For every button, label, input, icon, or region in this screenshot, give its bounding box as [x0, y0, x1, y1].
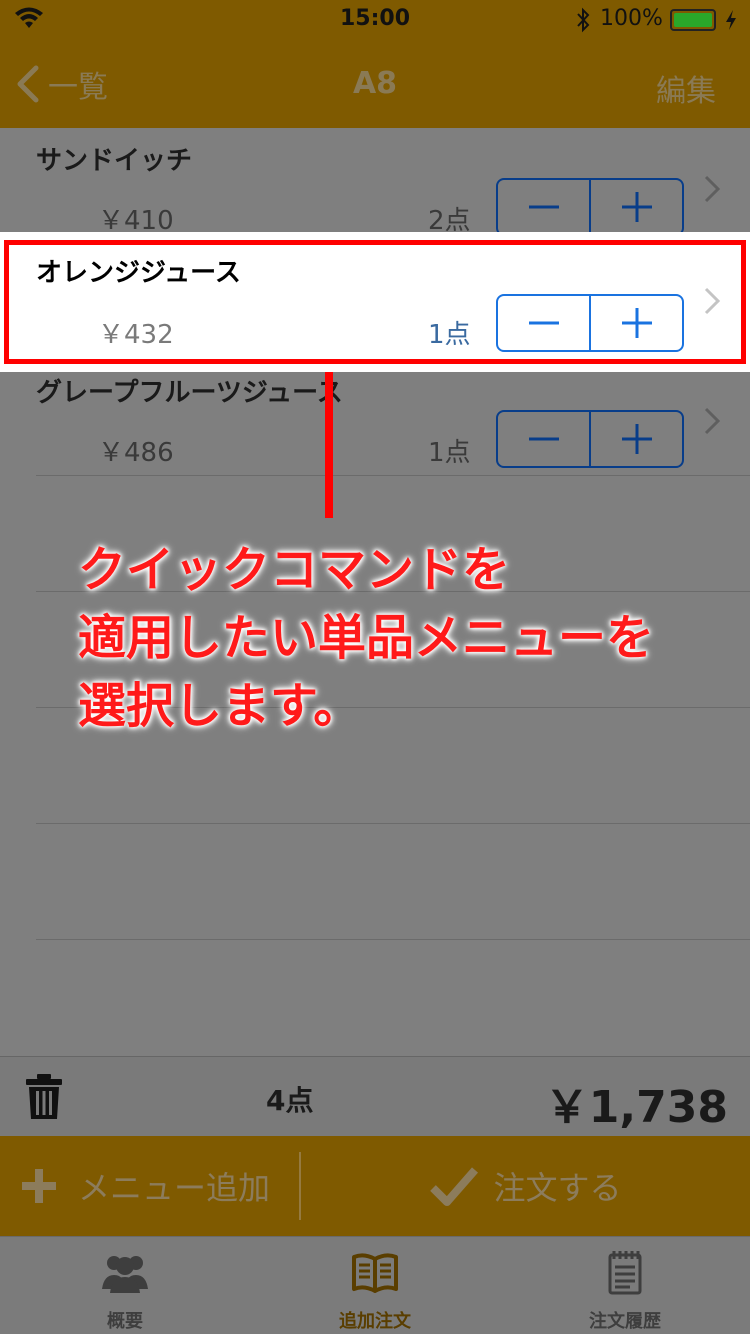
edit-button[interactable]: 編集: [656, 66, 716, 110]
tab-order-history[interactable]: 注文履歴: [500, 1237, 750, 1334]
row-divider: [36, 823, 750, 824]
total-price: ￥1,738: [544, 1082, 728, 1133]
callout-line: [325, 372, 333, 518]
add-menu-label: メニュー追加: [78, 1169, 271, 1207]
increment-button[interactable]: [589, 180, 682, 234]
item-quantity: 1点: [428, 438, 471, 468]
plus-icon: [621, 192, 652, 222]
row-divider: [36, 475, 750, 476]
battery-percentage: 100%: [600, 6, 663, 31]
order-summary: 4点 ￥1,738: [0, 1056, 750, 1136]
book-icon: [352, 1253, 398, 1293]
trash-icon[interactable]: [24, 1073, 64, 1121]
minus-icon: [528, 321, 559, 325]
minus-icon: [528, 205, 559, 209]
decrement-button[interactable]: [498, 412, 589, 466]
plus-icon: [621, 308, 652, 338]
tab-label: 追加注文: [339, 1311, 411, 1332]
plus-icon: [22, 1169, 56, 1203]
increment-button[interactable]: [589, 412, 682, 466]
tab-bar: 概要 追加注文 注文履歴: [0, 1236, 750, 1334]
notepad-icon: [608, 1251, 642, 1295]
add-menu-button[interactable]: メニュー追加: [0, 1136, 300, 1236]
tab-label: 概要: [107, 1311, 143, 1332]
callout-line-1: クイックコマンドを: [78, 542, 511, 598]
decrement-button[interactable]: [498, 180, 589, 234]
place-order-button[interactable]: 注文する: [301, 1136, 750, 1236]
callout-line-3: 選択します。: [78, 678, 362, 734]
item-price: ￥432: [98, 320, 174, 350]
total-count: 4点: [266, 1084, 314, 1117]
status-bar: 15:00 100%: [0, 0, 750, 40]
tab-overview[interactable]: 概要: [0, 1237, 250, 1334]
bluetooth-icon: [577, 7, 590, 33]
callout-text: クイックコマンドを 適用したい単品メニューを 選択します。: [78, 536, 654, 740]
list-item[interactable]: サンドイッチ ￥410 2点: [0, 128, 750, 244]
action-bar: メニュー追加 注文する: [0, 1136, 750, 1236]
item-name: オレンジジュース: [36, 258, 241, 288]
item-name: グレープフルーツジュース: [36, 378, 343, 408]
callout-line-2: 適用したい単品メニューを: [78, 610, 655, 666]
checkmark-icon: [430, 1167, 479, 1206]
row-divider: [36, 939, 750, 940]
item-name: サンドイッチ: [36, 146, 193, 176]
place-order-label: 注文する: [493, 1169, 622, 1207]
item-quantity: 1点: [428, 320, 471, 350]
page-title: A8: [352, 66, 398, 101]
plus-icon: [621, 424, 652, 454]
quantity-stepper: [496, 294, 684, 352]
battery-icon: [670, 9, 716, 31]
list-item[interactable]: グレープフルーツジュース ￥486 1点: [0, 360, 750, 476]
charging-icon: [726, 10, 736, 30]
increment-button[interactable]: [589, 296, 682, 350]
item-price: ￥486: [98, 438, 174, 468]
quantity-stepper: [496, 410, 684, 468]
minus-icon: [528, 437, 559, 441]
tab-label: 注文履歴: [589, 1311, 661, 1332]
navigation-bar: 一覧 A8 編集: [0, 40, 750, 128]
people-icon: [102, 1256, 148, 1293]
chevron-right-icon: [704, 287, 721, 315]
chevron-right-icon: [704, 407, 721, 435]
chevron-right-icon: [704, 175, 721, 203]
quantity-stepper: [496, 178, 684, 236]
decrement-button[interactable]: [498, 296, 589, 350]
tab-add-order[interactable]: 追加注文: [250, 1237, 500, 1334]
list-item-selected[interactable]: オレンジジュース ￥432 1点: [0, 232, 750, 372]
